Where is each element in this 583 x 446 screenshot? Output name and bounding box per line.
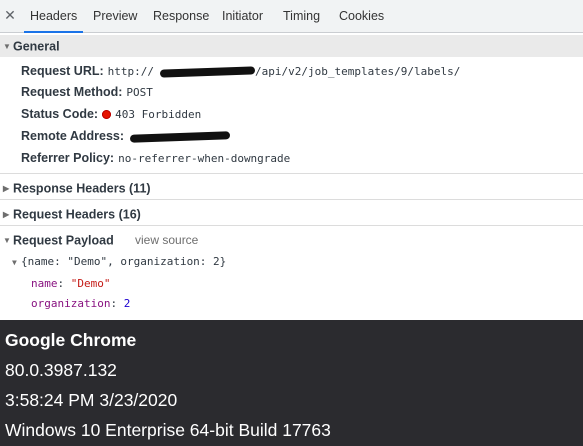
- view-source-link[interactable]: view source: [135, 229, 198, 251]
- triangle-down-icon: ▼: [12, 257, 17, 267]
- request-method-row: Request Method: POST: [21, 83, 153, 101]
- status-error-icon: [102, 110, 112, 120]
- section-request-headers-header[interactable]: ▶ Request Headers (16): [0, 203, 583, 225]
- referrer-policy-value: no-referrer-when-downgrade: [118, 152, 291, 165]
- request-url-label: Request URL:: [21, 64, 104, 78]
- product-name: Google Chrome: [5, 330, 137, 350]
- redaction-scribble: [159, 66, 256, 78]
- triangle-down-icon: ▼: [3, 235, 11, 245]
- tab-cookies[interactable]: Cookies: [339, 0, 384, 32]
- triangle-down-icon: ▼: [3, 41, 11, 51]
- browser-info-panel: Google Chrome 80.0.3987.132 3:58:24 PM 3…: [0, 320, 583, 446]
- status-code-value: 403 Forbidden: [115, 108, 202, 121]
- section-general-header[interactable]: ▼ General: [0, 35, 583, 57]
- payload-field-key: organization: [31, 297, 111, 310]
- section-response-headers-label: Response Headers (11): [13, 181, 151, 196]
- referrer-policy-row: Referrer Policy: no-referrer-when-downgra…: [21, 149, 290, 167]
- payload-field-separator: :: [57, 277, 71, 290]
- capture-datetime: 3:58:24 PM 3/23/2020: [5, 390, 178, 410]
- product-version: 80.0.3987.132: [5, 360, 117, 380]
- section-request-headers-label: Request Headers (16): [13, 207, 141, 222]
- payload-summary-text: {name: "Demo", organization: 2}: [21, 255, 227, 268]
- tab-headers[interactable]: Headers: [23, 0, 84, 33]
- section-request-payload-label: Request Payload: [13, 233, 114, 248]
- tab-initiator[interactable]: Initiator: [222, 0, 263, 32]
- remote-address-row: Remote Address:: [21, 127, 231, 145]
- request-method-label: Request Method:: [21, 85, 123, 99]
- triangle-right-icon: ▶: [3, 183, 10, 193]
- request-url-prefix: http://: [107, 65, 155, 78]
- section-request-payload-header[interactable]: ▼ Request Payload view source: [0, 229, 583, 251]
- tab-response[interactable]: Response: [153, 0, 209, 32]
- section-divider: [0, 225, 583, 226]
- section-response-headers-header[interactable]: ▶ Response Headers (11): [0, 177, 583, 199]
- payload-field-row: name: "Demo": [31, 275, 111, 292]
- redaction-scribble: [129, 130, 231, 143]
- payload-field-value: 2: [123, 297, 131, 310]
- payload-field-key: name: [31, 277, 58, 290]
- triangle-right-icon: ▶: [3, 209, 10, 219]
- request-url-row: Request URL: http:// /api/v2/job_templates…: [21, 62, 460, 80]
- os-info: Windows 10 Enterprise 64-bit Build 17763: [5, 420, 331, 440]
- tab-preview[interactable]: Preview: [93, 0, 137, 32]
- payload-object-summary[interactable]: ▼ {name: "Demo", organization: 2}: [12, 253, 226, 270]
- status-code-row: Status Code: 403 Forbidden: [21, 105, 201, 123]
- request-url-suffix: /api/v2/job_templates/9/labels/: [255, 65, 461, 78]
- payload-field-value: "Demo": [70, 277, 111, 290]
- section-divider: [0, 173, 583, 174]
- request-method-value: POST: [126, 86, 153, 99]
- payload-field-row: organization: 2: [31, 295, 130, 312]
- tab-timing[interactable]: Timing: [283, 0, 320, 32]
- section-divider: [0, 199, 583, 200]
- devtools-tab-bar: ✕ Headers Preview Response Initiator Tim…: [0, 0, 583, 33]
- close-icon[interactable]: ✕: [4, 8, 16, 22]
- referrer-policy-label: Referrer Policy:: [21, 151, 115, 165]
- payload-field-separator: :: [110, 297, 124, 310]
- remote-address-label: Remote Address:: [21, 129, 125, 143]
- status-code-label: Status Code:: [21, 107, 99, 121]
- section-general-label: General: [13, 39, 60, 54]
